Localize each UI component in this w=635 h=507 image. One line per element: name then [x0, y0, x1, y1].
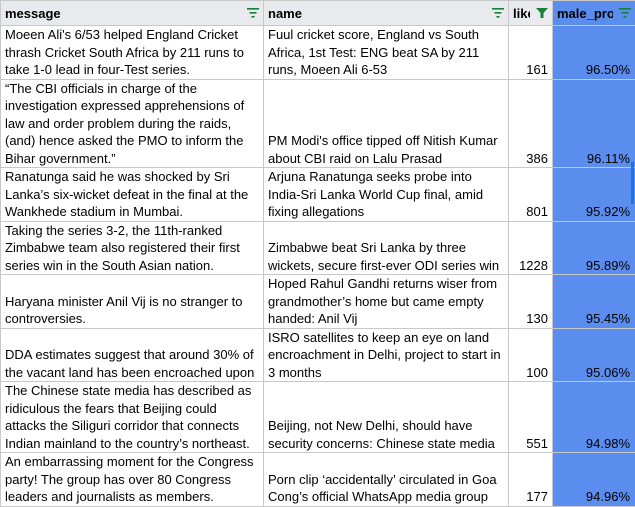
message-cell[interactable]: Haryana minister Anil Vij is no stranger…: [1, 275, 264, 329]
like-cell[interactable]: 551: [509, 382, 553, 453]
filter-icon[interactable]: [619, 8, 631, 18]
like-cell[interactable]: 130: [509, 275, 553, 329]
male-pro-cell[interactable]: 95.45%: [553, 275, 635, 329]
name-cell[interactable]: Fuul cricket score, England vs South Afr…: [264, 26, 509, 80]
column-header-male-pro[interactable]: male_pro: [553, 1, 635, 26]
table-row: Ranatunga said he was shocked by Sri Lan…: [1, 168, 635, 222]
name-cell[interactable]: Hoped Rahul Gandhi returns wiser from gr…: [264, 275, 509, 329]
message-cell[interactable]: Taking the series 3-2, the 11th-ranked Z…: [1, 221, 264, 275]
column-header-label: male_pro: [557, 6, 613, 21]
column-header-message[interactable]: message: [1, 1, 264, 26]
message-cell[interactable]: An embarrassing moment for the Congress …: [1, 453, 264, 507]
header-row: message name like: [1, 1, 635, 26]
column-header-like[interactable]: like: [509, 1, 553, 26]
name-cell[interactable]: PM Modi's office tipped off Nitish Kumar…: [264, 79, 509, 168]
message-cell[interactable]: DDA estimates suggest that around 30% of…: [1, 328, 264, 382]
selection-indicator: [631, 162, 634, 204]
male-pro-cell[interactable]: 94.96%: [553, 453, 635, 507]
message-cell[interactable]: Moeen Ali's 6/53 helped England Cricket …: [1, 26, 264, 80]
table-row: “The CBI officials in charge of the inve…: [1, 79, 635, 168]
like-cell[interactable]: 177: [509, 453, 553, 507]
name-cell[interactable]: Porn clip ‘accidentally’ circulated in G…: [264, 453, 509, 507]
column-header-label: message: [5, 6, 61, 21]
male-pro-cell[interactable]: 95.92%: [553, 168, 635, 222]
table-row: Moeen Ali's 6/53 helped England Cricket …: [1, 26, 635, 80]
table-row: The Chinese state media has described as…: [1, 382, 635, 453]
message-cell[interactable]: “The CBI officials in charge of the inve…: [1, 79, 264, 168]
male-pro-cell[interactable]: 96.11%: [553, 79, 635, 168]
like-cell[interactable]: 161: [509, 26, 553, 80]
table-row: Haryana minister Anil Vij is no stranger…: [1, 275, 635, 329]
filter-icon[interactable]: [247, 8, 259, 18]
message-cell[interactable]: The Chinese state media has described as…: [1, 382, 264, 453]
like-cell[interactable]: 386: [509, 79, 553, 168]
name-cell[interactable]: Zimbabwe beat Sri Lanka by three wickets…: [264, 221, 509, 275]
male-pro-cell[interactable]: 95.06%: [553, 328, 635, 382]
like-cell[interactable]: 100: [509, 328, 553, 382]
filter-icon[interactable]: [492, 8, 504, 18]
column-header-name[interactable]: name: [264, 1, 509, 26]
filter-active-icon[interactable]: [536, 8, 548, 18]
table-row: An embarrassing moment for the Congress …: [1, 453, 635, 507]
like-cell[interactable]: 1228: [509, 221, 553, 275]
male-pro-cell[interactable]: 95.89%: [553, 221, 635, 275]
message-cell[interactable]: Ranatunga said he was shocked by Sri Lan…: [1, 168, 264, 222]
like-cell[interactable]: 801: [509, 168, 553, 222]
name-cell[interactable]: Arjuna Ranatunga seeks probe into India-…: [264, 168, 509, 222]
name-cell[interactable]: ISRO satellites to keep an eye on land e…: [264, 328, 509, 382]
column-header-label: like: [513, 6, 530, 21]
column-header-label: name: [268, 6, 302, 21]
name-cell[interactable]: Beijing, not New Delhi, should have secu…: [264, 382, 509, 453]
spreadsheet-table: message name like: [0, 0, 635, 507]
table-row: Taking the series 3-2, the 11th-ranked Z…: [1, 221, 635, 275]
male-pro-cell[interactable]: 96.50%: [553, 26, 635, 80]
male-pro-cell[interactable]: 94.98%: [553, 382, 635, 453]
table-row: DDA estimates suggest that around 30% of…: [1, 328, 635, 382]
